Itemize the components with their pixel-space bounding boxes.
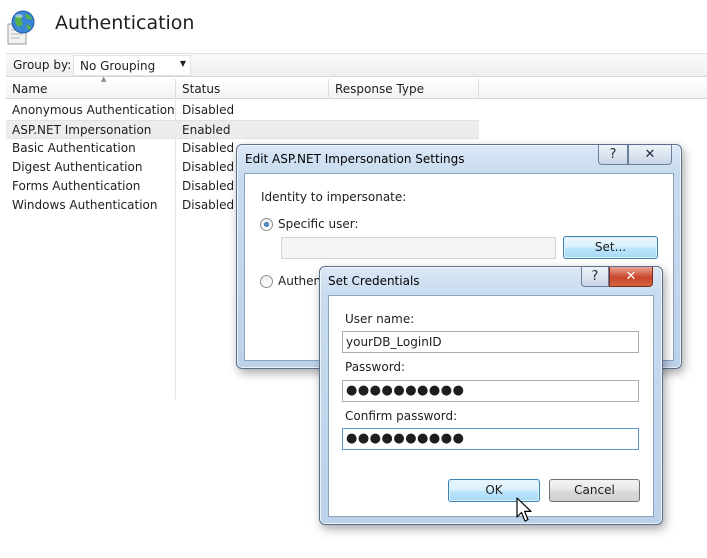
- row-status: Disabled: [182, 141, 235, 155]
- identity-label: Identity to impersonate:: [261, 190, 407, 204]
- close-icon: ✕: [644, 147, 656, 162]
- row-status: Disabled: [182, 198, 235, 212]
- group-by-value: No Grouping: [80, 59, 156, 73]
- list-header: Name ▲ Status Response Type: [6, 75, 707, 99]
- authenticated-user-radio[interactable]: [260, 275, 273, 288]
- username-label: User name:: [345, 312, 415, 326]
- dropdown-arrow-icon: ▼: [179, 59, 186, 68]
- specific-user-field: [281, 237, 556, 259]
- row-name: Forms Authentication: [12, 179, 141, 193]
- password-label: Password:: [345, 360, 406, 374]
- password-input[interactable]: ●●●●●●●●●●: [342, 380, 639, 402]
- set-credentials-dialog: Set Credentials ? ✕ User name: yourDB_Lo…: [319, 266, 663, 525]
- help-button[interactable]: ?: [581, 267, 609, 287]
- row-name: ASP.NET Impersonation: [12, 123, 152, 137]
- row-name: Digest Authentication: [12, 160, 143, 174]
- confirm-password-input[interactable]: ●●●●●●●●●●: [342, 428, 639, 450]
- row-status: Enabled: [182, 123, 231, 137]
- iis-globe-icon: [6, 8, 38, 46]
- column-header-response-type[interactable]: Response Type: [329, 79, 479, 99]
- specific-user-radio[interactable]: [260, 218, 273, 231]
- column-header-name[interactable]: Name ▲: [6, 75, 176, 99]
- help-icon: ?: [609, 147, 617, 162]
- username-input[interactable]: yourDB_LoginID: [342, 331, 639, 353]
- set-button[interactable]: Set...: [563, 236, 658, 259]
- close-button[interactable]: ✕: [609, 267, 653, 287]
- close-icon: ✕: [625, 269, 637, 284]
- page-title: Authentication: [55, 12, 195, 34]
- list-row-selected[interactable]: ASP.NET Impersonation Enabled: [6, 120, 479, 139]
- help-icon: ?: [591, 269, 599, 284]
- row-name: Windows Authentication: [12, 198, 158, 212]
- row-status: Disabled: [182, 179, 235, 193]
- mouse-pointer-icon: [516, 497, 538, 525]
- dialog-title: Edit ASP.NET Impersonation Settings: [245, 152, 465, 166]
- group-by-label: Group by:: [13, 58, 72, 72]
- column-header-status[interactable]: Status: [176, 79, 329, 99]
- row-status: Disabled: [182, 160, 235, 174]
- confirm-password-label: Confirm password:: [345, 409, 458, 423]
- list-row[interactable]: Anonymous Authentication Disabled: [6, 101, 479, 120]
- close-button[interactable]: ✕: [628, 145, 672, 165]
- row-name: Anonymous Authentication: [12, 103, 175, 117]
- dialog-title: Set Credentials: [328, 274, 420, 288]
- group-by-toolbar: Group by: No Grouping ▼: [6, 53, 707, 77]
- radio-selected-dot: [264, 222, 269, 227]
- row-status: Disabled: [182, 103, 235, 117]
- group-by-select[interactable]: No Grouping ▼: [73, 55, 191, 76]
- row-name: Basic Authentication: [12, 141, 136, 155]
- dialog-body: User name: yourDB_LoginID Password: ●●●●…: [328, 295, 654, 517]
- help-button[interactable]: ?: [598, 145, 628, 165]
- cancel-button[interactable]: Cancel: [549, 479, 640, 502]
- specific-user-label: Specific user:: [278, 217, 359, 231]
- sort-ascending-icon: ▲: [101, 75, 107, 83]
